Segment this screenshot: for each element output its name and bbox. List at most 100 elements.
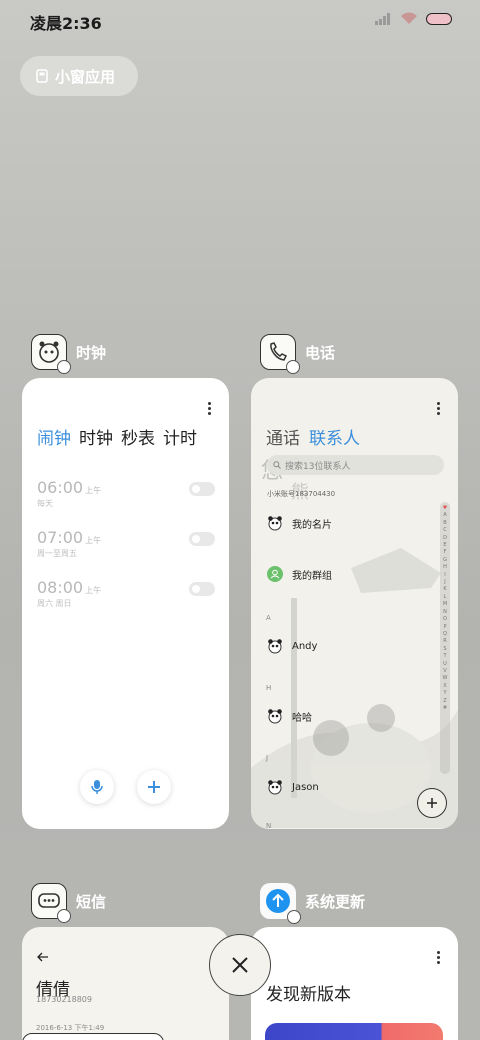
index-letter[interactable]: N — [440, 609, 450, 616]
system-update-app-icon — [260, 883, 301, 924]
index-letter[interactable]: H — [440, 564, 450, 571]
index-letter[interactable]: V — [440, 668, 450, 675]
signal-icon — [375, 12, 390, 25]
more-menu-icon[interactable] — [437, 402, 441, 417]
messages-app-card[interactable]: 倩倩 18730218809 2016-6-13 下午1:49 — [22, 927, 229, 1040]
alarm-toggle[interactable] — [189, 482, 215, 496]
alarm-ampm: 上午 — [85, 536, 102, 545]
alarm-toggle[interactable] — [189, 532, 215, 546]
index-letter[interactable]: B — [440, 520, 450, 527]
alarm-repeat: 周六 周日 — [37, 599, 72, 608]
wifi-icon — [401, 12, 417, 24]
index-letter[interactable]: E — [440, 542, 450, 549]
contact-name: Jason — [292, 781, 319, 793]
contact-item[interactable]: Jason — [267, 779, 319, 795]
more-menu-icon[interactable] — [437, 951, 441, 966]
tab-stopwatch[interactable]: 秒表 — [121, 424, 155, 449]
phone-app-card[interactable]: 悠 熊 通话 联系人 搜索13位联系人 小米账号183704430 我的名片 我… — [251, 378, 458, 829]
index-letter[interactable]: T — [440, 653, 450, 660]
phone-app-icon — [260, 334, 300, 374]
mini-window-button[interactable]: 小窗应用 — [20, 56, 138, 96]
section-letter: H — [266, 684, 272, 692]
alphabet-index-bar[interactable]: ♥ A B C D E F G H I J K L M N O P Q R S T U V W X Y Z # — [440, 502, 450, 774]
panda-avatar-icon — [268, 780, 282, 795]
alarm-item[interactable]: 06:00 上午 每天 — [37, 478, 215, 509]
index-letter[interactable]: O — [440, 616, 450, 623]
index-letter[interactable]: J — [440, 579, 450, 586]
contact-name: 哈哈 — [292, 712, 312, 724]
plus-icon — [427, 798, 437, 808]
index-letter[interactable]: W — [440, 675, 450, 682]
alarm-ampm: 上午 — [85, 586, 102, 595]
update-title: 发现新版本 — [266, 985, 351, 1005]
system-update-app-card[interactable]: 发现新版本 — [251, 927, 458, 1040]
tab-contacts[interactable]: 联系人 — [309, 424, 360, 449]
messages-app-header[interactable]: 短信 — [31, 883, 107, 923]
clock-tabs: 闹钟 时钟 秒表 计时 — [37, 424, 197, 449]
index-letter[interactable]: X — [440, 683, 450, 690]
phone-app-header[interactable]: 电话 — [260, 334, 336, 374]
clock-app-card[interactable]: 闹钟 时钟 秒表 计时 06:00 上午 每天 07:00 上午 周一至周五 08:… — [22, 378, 229, 829]
phone-app-name: 电话 — [305, 343, 336, 362]
index-letter[interactable]: M — [440, 601, 450, 608]
mini-window-icon — [36, 69, 48, 83]
index-letter[interactable]: # — [440, 705, 450, 712]
alarm-time: 08:00 — [37, 578, 84, 597]
clear-all-button[interactable] — [209, 934, 271, 996]
index-letter[interactable]: C — [440, 527, 450, 534]
section-letter: N — [266, 822, 272, 829]
alarm-ampm: 上午 — [85, 486, 102, 495]
messages-app-name: 短信 — [76, 892, 107, 911]
alarm-time: 06:00 — [37, 478, 84, 497]
plus-icon — [148, 781, 160, 793]
alarm-item[interactable]: 08:00 上午 周六 周日 — [37, 578, 215, 609]
search-icon — [273, 461, 281, 469]
index-letter[interactable]: Z — [440, 698, 450, 705]
index-letter[interactable]: P — [440, 624, 450, 631]
clock-app-header[interactable]: 时钟 — [31, 334, 107, 374]
more-menu-icon[interactable] — [208, 402, 212, 417]
index-letter[interactable]: Q — [440, 631, 450, 638]
index-letter[interactable]: K — [440, 586, 450, 593]
index-letter[interactable]: S — [440, 646, 450, 653]
contact-name: 我的群组 — [292, 570, 332, 582]
add-contact-button[interactable] — [417, 788, 447, 818]
phone-tabs: 通话 联系人 — [266, 424, 360, 449]
alarm-toggle[interactable] — [189, 582, 215, 596]
tab-calls[interactable]: 通话 — [266, 424, 300, 449]
index-letter[interactable]: U — [440, 661, 450, 668]
tab-timer[interactable]: 计时 — [163, 424, 197, 449]
index-letter[interactable]: Y — [440, 690, 450, 697]
status-icons — [374, 12, 454, 25]
index-letter[interactable]: R — [440, 638, 450, 645]
tab-clock[interactable]: 时钟 — [79, 424, 113, 449]
messages-app-icon — [31, 883, 71, 923]
index-letter[interactable]: D — [440, 535, 450, 542]
index-letter[interactable]: ♥ — [440, 505, 450, 512]
panda-avatar-icon — [268, 639, 282, 654]
section-letter: A — [266, 614, 271, 622]
search-placeholder: 搜索13位联系人 — [285, 461, 351, 472]
contact-my-card[interactable]: 我的名片 — [267, 515, 332, 531]
message-timestamp: 2016-6-13 下午1:49 — [36, 1024, 105, 1032]
panda-avatar-icon — [268, 516, 282, 531]
status-time: 凌晨2:36 — [30, 14, 102, 33]
index-letter[interactable]: G — [440, 557, 450, 564]
tab-alarm[interactable]: 闹钟 — [37, 424, 71, 449]
contact-item[interactable]: Andy — [267, 638, 317, 654]
back-arrow-icon[interactable] — [37, 952, 49, 962]
add-alarm-button[interactable] — [137, 770, 171, 804]
contact-item[interactable]: 哈哈 — [267, 708, 312, 724]
clock-app-name: 时钟 — [76, 343, 107, 362]
index-letter[interactable]: I — [440, 572, 450, 579]
index-letter[interactable]: F — [440, 549, 450, 556]
contact-search-input[interactable]: 搜索13位联系人 — [267, 455, 444, 475]
voice-button[interactable] — [80, 770, 114, 804]
section-letter: J — [266, 754, 269, 762]
alarm-item[interactable]: 07:00 上午 周一至周五 — [37, 528, 215, 559]
group-icon — [267, 566, 283, 582]
update-app-header[interactable]: 系统更新 — [260, 883, 365, 924]
index-letter[interactable]: A — [440, 512, 450, 519]
contact-my-groups[interactable]: 我的群组 — [267, 566, 332, 582]
index-letter[interactable]: L — [440, 594, 450, 601]
